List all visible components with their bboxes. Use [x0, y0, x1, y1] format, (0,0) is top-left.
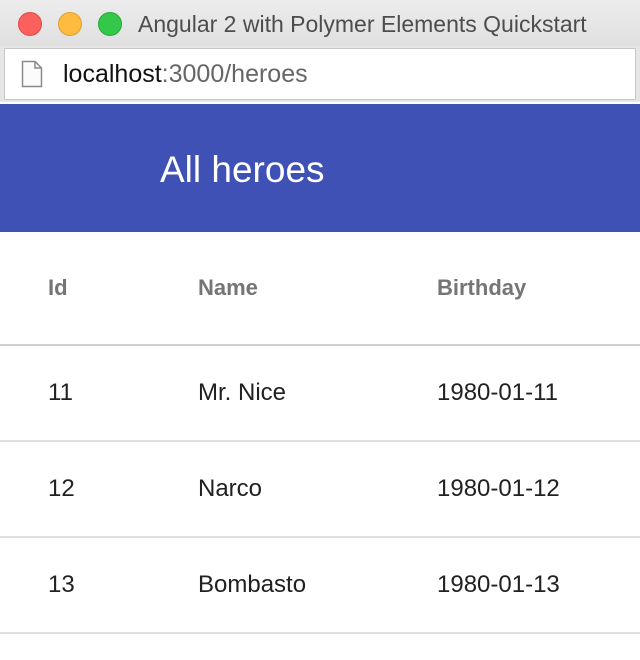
- page-title: All heroes: [160, 149, 325, 190]
- column-header-id[interactable]: Id: [48, 275, 68, 301]
- browser-window: Angular 2 with Polymer Elements Quicksta…: [0, 0, 640, 660]
- address-bar[interactable]: localhost:3000/heroes: [4, 48, 636, 100]
- url-path: :3000/heroes: [161, 60, 308, 88]
- cell-name: Bombasto: [198, 571, 307, 598]
- table-header: Id Name Birthday: [0, 232, 640, 346]
- window-title: Angular 2 with Polymer Elements Quicksta…: [138, 11, 587, 37]
- app-toolbar: All heroes: [0, 104, 640, 232]
- close-window-button[interactable]: [18, 12, 42, 36]
- title-bar[interactable]: Angular 2 with Polymer Elements Quicksta…: [0, 0, 640, 46]
- cell-id: 12: [48, 475, 75, 502]
- heroes-table: Id Name Birthday 11 Mr. Nice 1980-01-11 …: [0, 232, 640, 634]
- maximize-window-button[interactable]: [98, 12, 122, 36]
- cell-name: Mr. Nice: [198, 379, 287, 406]
- table-row[interactable]: 12 Narco 1980-01-12: [0, 442, 640, 538]
- cell-id: 13: [48, 571, 75, 598]
- cell-name: Narco: [198, 475, 263, 502]
- page-icon: [21, 60, 43, 88]
- cell-birthday: 1980-01-13: [437, 571, 560, 598]
- cell-id: 11: [48, 379, 73, 406]
- minimize-window-button[interactable]: [58, 12, 82, 36]
- toolbar: localhost:3000/heroes: [0, 46, 640, 102]
- table-row[interactable]: 13 Bombasto 1980-01-13: [0, 538, 640, 634]
- url-host: localhost: [63, 60, 162, 88]
- url-text[interactable]: localhost:3000/heroes: [63, 59, 308, 89]
- table-row[interactable]: 11 Mr. Nice 1980-01-11: [0, 346, 640, 442]
- cell-birthday: 1980-01-12: [437, 475, 560, 502]
- cell-birthday: 1980-01-11: [437, 379, 558, 406]
- column-header-name[interactable]: Name: [198, 275, 258, 301]
- column-header-birthday[interactable]: Birthday: [437, 275, 526, 301]
